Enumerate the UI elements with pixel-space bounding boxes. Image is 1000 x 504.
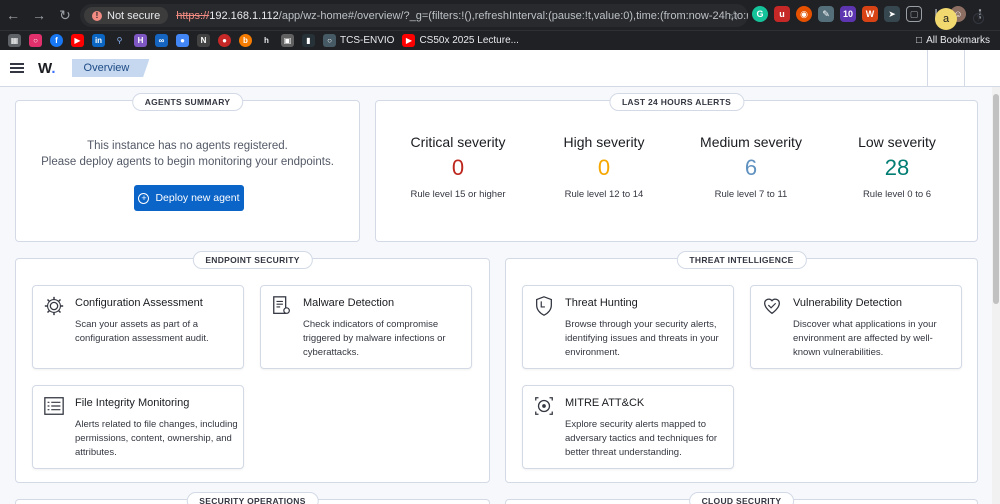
endpoint-security-panel: ENDPOINT SECURITY Configuration Assessme… — [15, 251, 490, 483]
alert-high[interactable]: High severity 0 Rule level 12 to 14 — [529, 134, 679, 200]
extension-badge-icon[interactable]: 10 — [840, 6, 856, 22]
app-logo[interactable]: W. — [38, 60, 56, 77]
panel-title: THREAT INTELLIGENCE — [676, 251, 807, 269]
help-icon[interactable]: ? — [973, 13, 984, 24]
bookmarks-bar: ▦ ○ f ▶ in ⚲ H ∞ ● N ● b h ▣ ▮ ○ TCS-ENVI… — [0, 30, 1000, 50]
panel-title: CLOUD SECURITY — [688, 492, 795, 504]
extension-icon[interactable]: ➤ — [884, 6, 900, 22]
alert-count: 6 — [744, 155, 758, 180]
card-threat-hunting[interactable]: Threat Hunting Browse through your secur… — [522, 285, 734, 369]
document-gear-icon — [273, 296, 290, 314]
all-bookmarks[interactable]: □ All Bookmarks — [916, 35, 990, 46]
header-divider — [964, 50, 965, 87]
heart-check-icon — [764, 298, 780, 315]
bookmark-tcs[interactable]: ○ TCS-ENVIO — [323, 34, 394, 47]
search-bookmark-icon[interactable]: ⚲ — [113, 34, 126, 47]
bookmark-icon[interactable]: H — [134, 34, 147, 47]
facebook-icon[interactable]: f — [50, 34, 63, 47]
header-divider — [927, 50, 928, 87]
bookmark-icon[interactable]: ▮ — [302, 34, 315, 47]
card-file-integrity-monitoring[interactable]: File Integrity Monitoring Alerts related… — [32, 385, 244, 469]
youtube-icon: ▶ — [402, 34, 416, 47]
scrollbar-thumb[interactable] — [993, 94, 999, 304]
bookmark-icon[interactable]: ▣ — [281, 34, 294, 47]
alert-count: 28 — [884, 155, 910, 180]
bookmark-star-icon[interactable]: ☆ — [728, 8, 740, 24]
extension-icon[interactable]: ✎ — [818, 6, 834, 22]
apps-grid-icon[interactable]: ▦ — [8, 34, 21, 47]
extension-icon[interactable]: u — [774, 6, 790, 22]
panel-title: SECURITY OPERATIONS — [186, 492, 319, 504]
address-bar[interactable]: ! Not secure https://192.168.1.112/app/w… — [80, 4, 748, 27]
card-malware-detection[interactable]: Malware Detection Check indicators of co… — [260, 285, 472, 369]
card-mitre-attack[interactable]: MITRE ATT&CK Explore security alerts map… — [522, 385, 734, 469]
bookmark-cs50[interactable]: ▶ CS50x 2025 Lecture... — [402, 34, 519, 47]
breadcrumb-overview[interactable]: Overview — [71, 59, 150, 77]
extensions-puzzle-icon[interactable]: ▢ — [906, 6, 922, 22]
back-icon[interactable]: ← — [0, 2, 26, 28]
notion-icon[interactable]: N — [197, 34, 210, 47]
alert-count: 0 — [597, 155, 611, 180]
globe-icon: ○ — [323, 34, 336, 47]
card-vulnerability-detection[interactable]: Vulnerability Detection Discover what ap… — [750, 285, 962, 369]
extension-icon[interactable]: W — [862, 6, 878, 22]
forward-icon[interactable]: → — [26, 2, 52, 28]
extension-icon[interactable]: ◉ — [796, 6, 812, 22]
panel-title: ENDPOINT SECURITY — [192, 251, 313, 269]
shield-icon — [536, 296, 552, 316]
alert-count: 0 — [451, 155, 465, 180]
bookmark-icon[interactable]: ∞ — [155, 34, 168, 47]
app-header: W. Overview — [0, 50, 1000, 87]
linkedin-icon[interactable]: in — [92, 34, 105, 47]
no-agents-message: This instance has no agents registered. … — [41, 140, 334, 168]
security-operations-panel: SECURITY OPERATIONS — [15, 492, 490, 504]
not-secure-badge[interactable]: ! Not secure — [84, 7, 169, 24]
menu-icon[interactable] — [10, 61, 24, 75]
card-configuration-assessment[interactable]: Configuration Assessment Scan your asset… — [32, 285, 244, 369]
url-text[interactable]: https://192.168.1.112/app/wz-home#/overv… — [176, 10, 748, 22]
target-icon — [535, 397, 553, 415]
bookmark-icon[interactable]: b — [239, 34, 252, 47]
grammarly-icon[interactable]: G — [752, 6, 768, 22]
alert-low[interactable]: Low severity 28 Rule level 0 to 6 — [822, 134, 972, 200]
bookmark-icon[interactable]: h — [260, 34, 273, 47]
gear-icon — [44, 296, 64, 316]
reload-icon[interactable]: ↻ — [52, 2, 78, 28]
alert-critical[interactable]: Critical severity 0 Rule level 15 or hig… — [383, 134, 533, 200]
user-avatar[interactable]: a — [935, 8, 957, 30]
cloud-security-panel: CLOUD SECURITY — [505, 492, 978, 504]
bookmark-icon[interactable]: ● — [218, 34, 231, 47]
alert-medium[interactable]: Medium severity 6 Rule level 7 to 11 — [676, 134, 826, 200]
deploy-new-agent-button[interactable]: + Deploy new agent — [134, 185, 244, 211]
plus-circle-icon: + — [138, 192, 150, 204]
threat-intelligence-panel: THREAT INTELLIGENCE Threat Hunting Brows… — [505, 251, 978, 483]
bookmark-icon[interactable]: ● — [176, 34, 189, 47]
alerts-panel: LAST 24 HOURS ALERTS Critical severity 0… — [375, 93, 978, 242]
folder-icon: □ — [916, 35, 923, 46]
panel-title: LAST 24 HOURS ALERTS — [608, 93, 745, 111]
warning-icon: ! — [92, 10, 102, 21]
list-icon — [44, 397, 64, 415]
panel-title: AGENTS SUMMARY — [131, 93, 244, 111]
agents-summary-panel: AGENTS SUMMARY This instance has no agen… — [15, 93, 360, 242]
instagram-icon[interactable]: ○ — [29, 34, 42, 47]
youtube-icon[interactable]: ▶ — [71, 34, 84, 47]
